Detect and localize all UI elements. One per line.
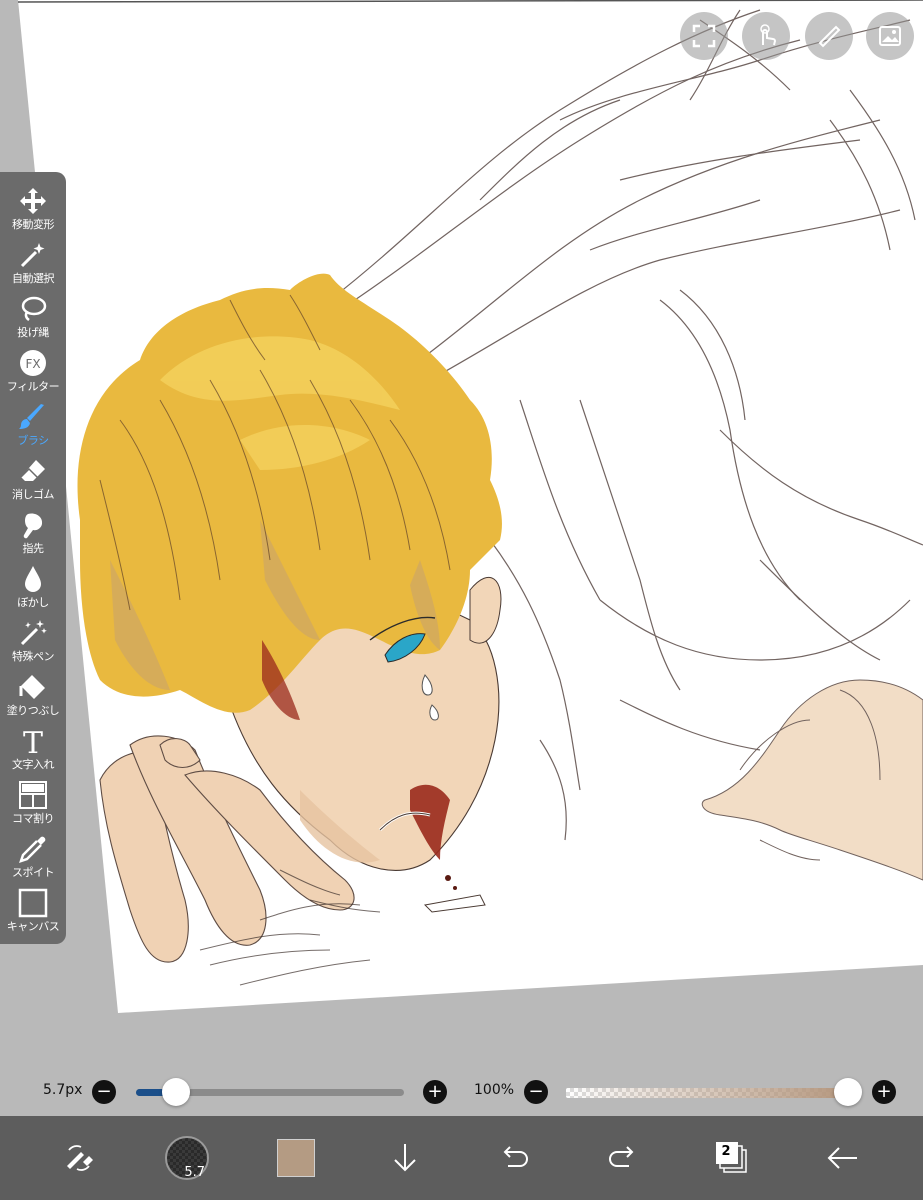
- canvas-area[interactable]: [0, 0, 923, 1068]
- tool-label: 移動変形: [12, 218, 55, 231]
- arrow-left-icon: [827, 1147, 857, 1169]
- eyedropper-icon: [19, 836, 46, 863]
- smudge-icon: [23, 513, 43, 539]
- arrow-down-icon: [394, 1144, 416, 1172]
- lasso-icon: [21, 296, 47, 322]
- tool-label: 消しゴム: [12, 488, 55, 501]
- current-color-swatch: [277, 1139, 315, 1177]
- frame-divider-icon: [19, 781, 47, 809]
- brush-size-increase-button[interactable]: +: [423, 1080, 447, 1104]
- opacity-slider-thumb[interactable]: [834, 1078, 862, 1106]
- tool-magic-wand[interactable]: 自動選択: [0, 238, 66, 292]
- brush-size-decrease-button[interactable]: −: [92, 1080, 116, 1104]
- tool-label: コマ割り: [12, 812, 55, 825]
- opacity-slider[interactable]: [566, 1088, 848, 1098]
- tool-lasso[interactable]: 投げ縄: [0, 292, 66, 346]
- fx-icon: FX: [20, 350, 46, 376]
- tool-label: 指先: [22, 542, 45, 555]
- tool-label: キャンバス: [6, 920, 60, 933]
- special-pen-icon: [20, 620, 47, 646]
- tool-label: スポイト: [12, 866, 55, 879]
- magic-wand-icon: [20, 243, 45, 268]
- canvas-icon: [18, 888, 48, 918]
- ruler-button[interactable]: [805, 12, 853, 60]
- fill-bucket-icon: [19, 675, 45, 699]
- text-icon: T: [23, 726, 43, 761]
- color-button[interactable]: [261, 1116, 331, 1200]
- redo-button[interactable]: [588, 1116, 658, 1200]
- tool-smudge[interactable]: 指先: [0, 508, 66, 562]
- brush-size-slider-thumb[interactable]: [162, 1078, 191, 1106]
- tool-label: 塗りつぶし: [6, 704, 60, 717]
- tool-brush[interactable]: ブラシ: [0, 400, 66, 454]
- tool-canvas[interactable]: キャンバス: [0, 886, 66, 940]
- brush-size-preview-button[interactable]: 5.7: [152, 1116, 222, 1200]
- tool-eraser[interactable]: 消しゴム: [0, 454, 66, 508]
- tool-label: 文字入れ: [12, 758, 55, 771]
- brush-icon: [19, 404, 44, 429]
- material-image-icon: [879, 26, 901, 46]
- touch-gesture-icon: [760, 24, 777, 46]
- opacity-decrease-button[interactable]: −: [524, 1080, 548, 1104]
- layers-count: 2: [721, 1144, 731, 1159]
- tool-label: ぼかし: [17, 596, 49, 609]
- tool-label: 特殊ペン: [12, 650, 55, 663]
- tool-text[interactable]: T 文字入れ: [0, 724, 66, 778]
- artwork-drawing[interactable]: [0, 0, 923, 1068]
- brush-size-label: 5.7px: [43, 1082, 83, 1098]
- move-icon: [20, 188, 46, 214]
- blur-drop-icon: [25, 566, 41, 592]
- opacity-increase-button[interactable]: +: [872, 1080, 896, 1104]
- eraser-icon: [20, 460, 45, 481]
- tool-fill[interactable]: 塗りつぶし: [0, 670, 66, 724]
- opacity-label: 100%: [474, 1082, 515, 1098]
- tool-move-transform[interactable]: 移動変形: [0, 184, 66, 238]
- bottom-toolbar: 5.7 2: [0, 1116, 923, 1200]
- tool-special-pen[interactable]: 特殊ペン: [0, 616, 66, 670]
- touch-gesture-button[interactable]: [742, 12, 790, 60]
- tool-eyedropper[interactable]: スポイト: [0, 832, 66, 886]
- back-button[interactable]: [808, 1116, 878, 1200]
- save-down-button[interactable]: [370, 1116, 440, 1200]
- tool-label: 自動選択: [12, 272, 55, 285]
- toggle-brush-eraser-button[interactable]: [44, 1116, 114, 1200]
- tool-blur[interactable]: ぼかし: [0, 562, 66, 616]
- ruler-icon: [818, 25, 841, 48]
- undo-icon: [503, 1146, 528, 1167]
- undo-button[interactable]: [479, 1116, 549, 1200]
- svg-text:T: T: [23, 726, 43, 756]
- brush-size-value: 5.7: [184, 1165, 205, 1180]
- fullscreen-button[interactable]: [680, 12, 728, 60]
- fullscreen-icon: [692, 24, 716, 48]
- redo-icon: [609, 1146, 634, 1167]
- svg-text:FX: FX: [25, 357, 40, 371]
- swap-brush-eraser-icon: [67, 1145, 93, 1171]
- tool-filter[interactable]: FX フィルター: [0, 346, 66, 400]
- layers-button[interactable]: 2: [697, 1116, 767, 1200]
- brush-slider-row: 5.7px − + 100% − +: [0, 1068, 923, 1116]
- tool-frame-divider[interactable]: コマ割り: [0, 778, 66, 832]
- tool-panel: 移動変形 自動選択 投げ縄 FX フィルター ブラシ 消しゴム 指先 ぼかし 特…: [0, 172, 66, 944]
- material-button[interactable]: [866, 12, 914, 60]
- tool-label: ブラシ: [17, 434, 49, 447]
- tool-label: フィルター: [6, 380, 60, 393]
- brush-preview: 5.7: [165, 1136, 209, 1180]
- tool-label: 投げ縄: [17, 326, 49, 339]
